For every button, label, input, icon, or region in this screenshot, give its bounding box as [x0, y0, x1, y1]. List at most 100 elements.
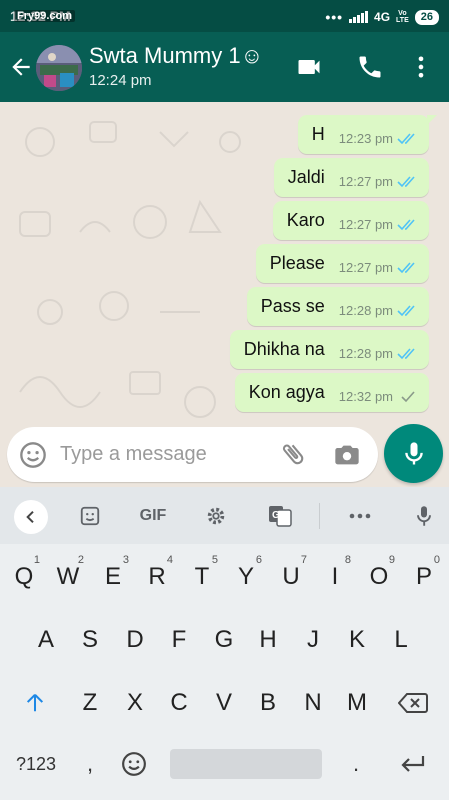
voice-input-mic-icon[interactable]	[412, 503, 436, 529]
collapse-toolbar-button[interactable]	[14, 500, 48, 534]
signal-strength-icon	[349, 11, 369, 23]
comma-key[interactable]: ,	[72, 739, 108, 789]
key-h[interactable]: H	[246, 615, 290, 665]
key-label: T	[194, 563, 210, 590]
key-s[interactable]: S	[68, 615, 112, 665]
backspace-key[interactable]	[390, 678, 436, 728]
key-n[interactable]: N	[291, 678, 335, 728]
read-double-tick-icon	[397, 304, 415, 316]
message-bubble[interactable]: Karo 12:27 pm	[272, 201, 429, 240]
message-time: 12:27 pm	[338, 217, 393, 232]
message-meta: 12:28 pm	[339, 303, 417, 318]
key-f[interactable]: F	[157, 615, 201, 665]
key-y[interactable]: Y6	[224, 552, 268, 602]
message-bubble[interactable]: Pass se 12:28 pm	[246, 287, 429, 326]
key-o[interactable]: O9	[357, 552, 401, 602]
key-z[interactable]: Z	[68, 678, 112, 728]
voice-call-icon[interactable]	[356, 53, 384, 81]
message-bubble[interactable]: Jaldi 12:27 pm	[273, 158, 429, 197]
message-meta: 12:28 pm	[339, 346, 417, 361]
attach-paperclip-icon[interactable]	[279, 440, 307, 468]
message-text: Kon agya	[248, 382, 325, 402]
message-meta: 12:27 pm	[339, 217, 417, 232]
key-hint: 6	[255, 554, 262, 566]
key-label: O	[369, 563, 389, 590]
enter-return-icon	[401, 756, 425, 772]
key-hint: 7	[300, 554, 307, 566]
shift-key[interactable]	[12, 678, 58, 728]
back-arrow-icon[interactable]	[8, 54, 34, 80]
gif-button[interactable]: GIF	[134, 503, 172, 529]
key-label: Y	[237, 563, 254, 590]
watermark: Fry99.com	[14, 10, 76, 22]
key-label: P	[415, 563, 432, 590]
key-hint: 0	[433, 554, 440, 566]
emoji-icon[interactable]	[19, 441, 47, 469]
key-m[interactable]: M	[335, 678, 379, 728]
key-v[interactable]: V	[202, 678, 246, 728]
enter-key[interactable]	[388, 739, 438, 789]
message-bubble[interactable]: Kon agya 12:32 pm	[234, 373, 429, 412]
more-options-icon[interactable]	[407, 53, 435, 81]
key-e[interactable]: E3	[91, 552, 135, 602]
message-bubble[interactable]: Dhikha na 12:28 pm	[229, 330, 429, 369]
read-double-tick-icon	[397, 218, 415, 230]
key-t[interactable]: T5	[180, 552, 224, 602]
backspace-icon	[398, 693, 428, 713]
contact-name[interactable]: Swta Mummy 1☺	[89, 43, 263, 69]
settings-gear-icon[interactable]	[203, 503, 229, 529]
key-d[interactable]: D	[113, 615, 157, 665]
key-x[interactable]: X	[113, 678, 157, 728]
message-time: 12:27 pm	[338, 260, 393, 275]
key-r[interactable]: R4	[135, 552, 179, 602]
key-u[interactable]: U7	[269, 552, 313, 602]
video-call-icon[interactable]	[295, 53, 323, 81]
emoji-key[interactable]	[114, 739, 154, 789]
key-hint: 1	[33, 554, 40, 566]
key-label: R	[148, 563, 166, 590]
voice-record-button[interactable]	[384, 424, 443, 483]
message-input[interactable]	[60, 427, 270, 482]
message-time: 12:32 pm	[338, 389, 393, 404]
key-c[interactable]: C	[157, 678, 201, 728]
message-bubble[interactable]: Please 12:27 pm	[255, 244, 429, 283]
key-label: U	[282, 563, 300, 590]
key-hint: 4	[166, 554, 173, 566]
key-label: W	[56, 563, 80, 590]
key-g[interactable]: G	[202, 615, 246, 665]
key-a[interactable]: A	[24, 615, 68, 665]
contact-avatar[interactable]	[36, 45, 82, 91]
message-time: 12:28 pm	[338, 346, 393, 361]
read-double-tick-icon	[397, 347, 415, 359]
key-j[interactable]: J	[291, 615, 335, 665]
read-double-tick-icon	[397, 175, 415, 187]
volte-label-bottom: LTE	[396, 17, 409, 24]
camera-icon[interactable]	[333, 441, 361, 469]
key-label: E	[104, 563, 121, 590]
onscreen-keyboard: GIF G Q1 W2 E3 R4 T5 Y6 U7 I8 O9 P0 A S …	[0, 487, 449, 800]
sent-single-tick-icon	[401, 390, 415, 402]
message-text: Pass se	[260, 296, 325, 316]
key-b[interactable]: B	[246, 678, 290, 728]
status-indicators: ••• 4G Vo LTE 26	[325, 9, 439, 25]
key-hint: 8	[344, 554, 351, 566]
key-k[interactable]: K	[335, 615, 379, 665]
symbols-key[interactable]: ?123	[8, 739, 64, 789]
message-bubble[interactable]: H 12:23 pm	[297, 115, 438, 154]
translate-icon[interactable]: G	[266, 503, 294, 529]
key-l[interactable]: L	[379, 615, 423, 665]
read-double-tick-icon	[397, 132, 415, 144]
emoji-smiley-icon	[122, 752, 146, 776]
space-bar[interactable]	[170, 749, 322, 779]
key-w[interactable]: W2	[46, 552, 90, 602]
last-seen: 12:24 pm	[89, 72, 152, 89]
more-horizontal-icon[interactable]	[346, 503, 374, 529]
key-q[interactable]: Q1	[2, 552, 46, 602]
sticker-icon[interactable]	[77, 503, 103, 529]
key-i[interactable]: I8	[313, 552, 357, 602]
chat-header: Swta Mummy 1☺ 12:24 pm	[0, 32, 449, 102]
message-text: H	[311, 124, 325, 144]
period-key[interactable]: .	[338, 739, 374, 789]
key-p[interactable]: P0	[402, 552, 446, 602]
message-composer	[7, 427, 378, 482]
